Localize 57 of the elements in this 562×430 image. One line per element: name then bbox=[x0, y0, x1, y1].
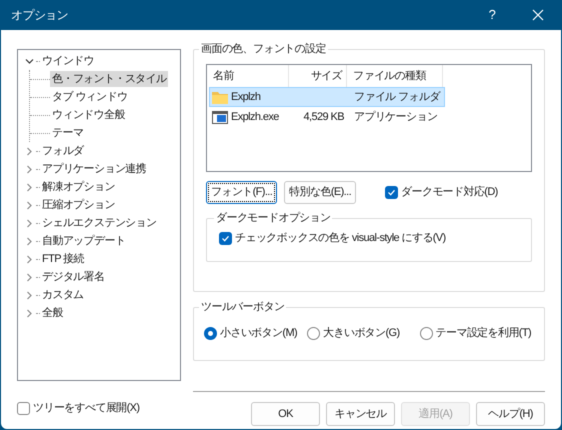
expand-icon[interactable] bbox=[24, 236, 34, 246]
radio-label: 大きいボタン(G) bbox=[323, 326, 400, 341]
expand-icon[interactable] bbox=[24, 218, 34, 228]
tree-item[interactable]: アプリケーション連携 bbox=[40, 161, 148, 177]
tree-item[interactable]: 自動アップデート bbox=[40, 233, 128, 249]
checkbox-label: ツリーをすべて展開(X) bbox=[33, 401, 140, 416]
tree-item[interactable]: 解凍オプション bbox=[40, 179, 117, 195]
button[interactable]: 特別な色(E)... bbox=[284, 181, 356, 204]
tree-item[interactable]: テーマ bbox=[50, 125, 86, 141]
tree-item[interactable]: 全般 bbox=[40, 305, 65, 321]
expand-icon[interactable] bbox=[24, 254, 34, 264]
list-row[interactable]: Explzh.exe 4,529 KB アプリケーション bbox=[209, 107, 445, 127]
check-icon bbox=[221, 234, 230, 243]
application-icon bbox=[212, 110, 228, 124]
radio-button[interactable] bbox=[307, 326, 320, 340]
expand-icon[interactable] bbox=[24, 200, 34, 210]
radio-label: テーマ設定を利用(T) bbox=[436, 326, 532, 341]
file-name: Explzh.exe bbox=[231, 110, 279, 125]
checkbox[interactable] bbox=[17, 402, 30, 415]
checkbox-label: チェックボックスの色を visual-style にする(V) bbox=[235, 231, 446, 246]
expand-icon[interactable] bbox=[24, 146, 34, 156]
radio-label: 小さいボタン(M) bbox=[220, 326, 298, 341]
tree-item[interactable]: カスタム bbox=[40, 287, 86, 303]
expand-icon[interactable] bbox=[24, 272, 34, 282]
tree-item[interactable]: FTP 接続 bbox=[40, 251, 86, 267]
button[interactable]: OK bbox=[251, 402, 320, 426]
checkbox[interactable] bbox=[219, 232, 232, 245]
collapse-icon[interactable] bbox=[24, 56, 34, 66]
tree-item[interactable]: 色・フォント・スタイル bbox=[50, 71, 168, 87]
expand-icon[interactable] bbox=[24, 182, 34, 192]
folder-icon bbox=[212, 90, 228, 104]
button[interactable]: ヘルプ(H) bbox=[476, 402, 545, 426]
file-name: Explzh bbox=[231, 90, 260, 105]
check-icon bbox=[387, 188, 396, 197]
radio-button[interactable] bbox=[204, 326, 217, 340]
help-button[interactable]: ? bbox=[469, 0, 515, 30]
radio-button[interactable] bbox=[420, 326, 433, 340]
tree-item[interactable]: フォルダ bbox=[40, 143, 86, 159]
list-row[interactable]: Explzh ファイル フォルダ bbox=[209, 87, 445, 107]
file-type: アプリケーション bbox=[353, 110, 438, 125]
tree-item[interactable]: シェルエクステンション bbox=[40, 215, 158, 231]
file-type: ファイル フォルダ bbox=[353, 90, 440, 105]
file-size: 4,529 KB bbox=[304, 110, 344, 123]
checkbox-label: ダークモード対応(D) bbox=[401, 184, 498, 200]
tree-item[interactable]: 圧縮オプション bbox=[40, 197, 117, 213]
checkbox[interactable] bbox=[385, 186, 398, 199]
button[interactable]: キャンセル bbox=[326, 402, 395, 426]
expand-icon[interactable] bbox=[24, 308, 34, 318]
button[interactable]: フォント(F)... bbox=[206, 181, 278, 204]
tree-item[interactable]: ウィンドウ全般 bbox=[50, 107, 127, 123]
expand-icon[interactable] bbox=[24, 290, 34, 300]
close-icon bbox=[532, 9, 544, 21]
tree-item[interactable]: デジタル署名 bbox=[40, 269, 106, 285]
expand-icon[interactable] bbox=[24, 164, 34, 174]
window-title: オプション bbox=[11, 7, 68, 24]
tree-item[interactable]: タブ ウィンドウ bbox=[50, 89, 130, 105]
tree-item[interactable]: ウインドウ bbox=[40, 53, 96, 69]
